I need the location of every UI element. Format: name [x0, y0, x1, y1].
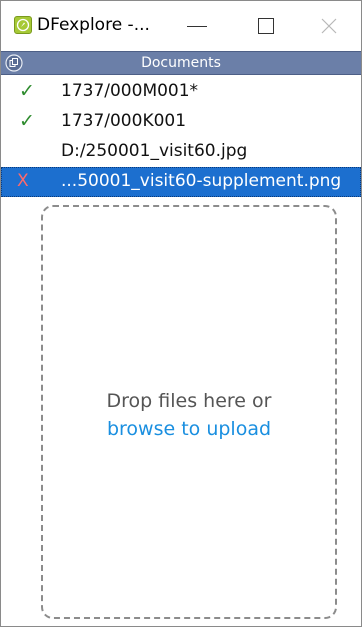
maximize-button[interactable] — [237, 1, 293, 51]
document-label: ...50001_visit60-supplement.png — [61, 171, 342, 191]
documents-title: Documents — [141, 55, 221, 71]
file-drop-zone[interactable]: Drop files here or browse to upload — [41, 205, 337, 619]
browse-upload-link[interactable]: browse to upload — [107, 418, 271, 440]
list-item[interactable]: ✓ 1737/000K001 — [1, 107, 361, 137]
compass-icon — [14, 16, 32, 34]
window-title: DFexplore -... — [37, 15, 150, 35]
list-item-selected[interactable]: X ...50001_visit60-supplement.png — [1, 167, 361, 197]
checkmark-icon: ✓ — [19, 110, 35, 132]
document-label: D:/250001_visit60.jpg — [61, 141, 248, 161]
minimize-button[interactable] — [169, 1, 225, 51]
app-window: DFexplore -... Documents ✓ 1737/000M001*… — [0, 0, 362, 627]
document-label: 1737/000K001 — [61, 111, 187, 131]
list-item[interactable]: D:/250001_visit60.jpg — [1, 137, 361, 167]
drop-text: Drop files here or — [106, 390, 272, 412]
close-icon — [321, 18, 337, 34]
document-label: 1737/000M001* — [61, 81, 199, 101]
drop-instructions: Drop files here or browse to upload — [43, 387, 335, 443]
checkmark-icon: ✓ — [19, 80, 35, 102]
documents-header: Documents — [1, 51, 361, 75]
list-item[interactable]: ✓ 1737/000M001* — [1, 77, 361, 107]
error-x-icon: X — [17, 171, 29, 191]
title-bar[interactable]: DFexplore -... — [1, 1, 361, 51]
close-button[interactable] — [301, 1, 357, 51]
document-list: ✓ 1737/000M001* ✓ 1737/000K001 D:/250001… — [1, 77, 361, 197]
